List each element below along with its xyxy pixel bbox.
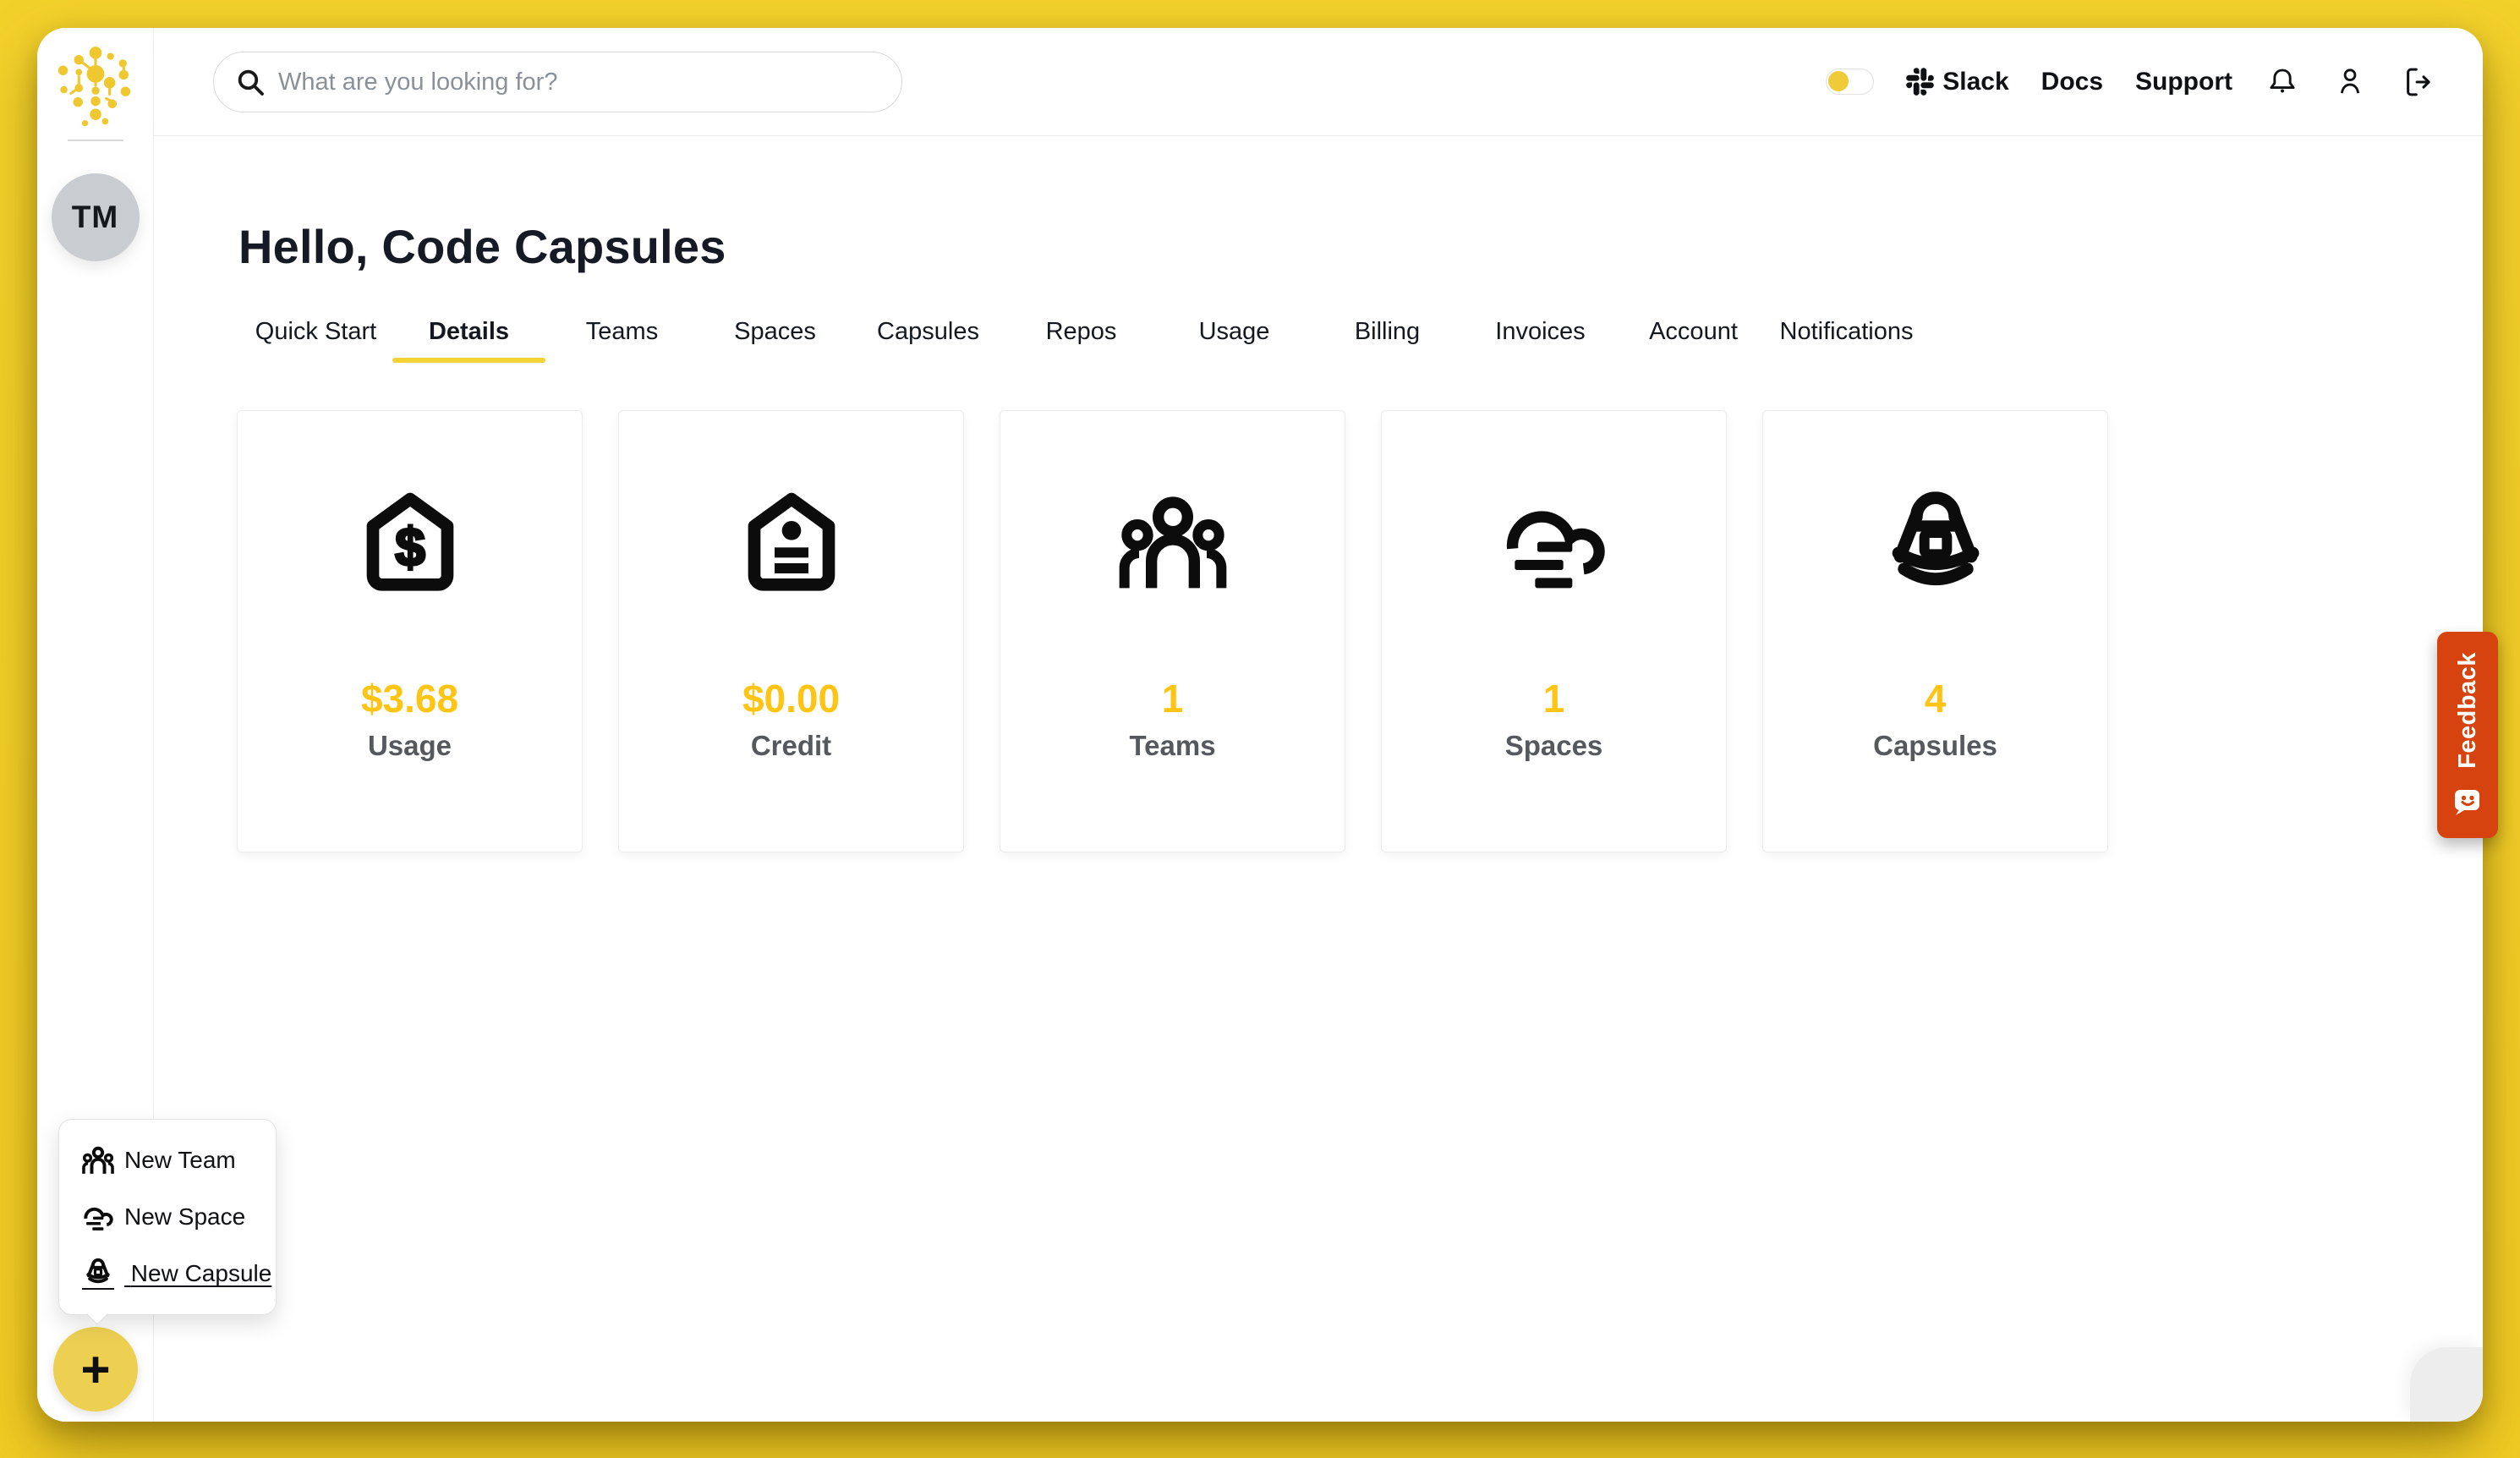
- tab-details[interactable]: Details: [392, 313, 545, 363]
- capsules-card[interactable]: 4 Capsules: [1762, 410, 2108, 852]
- user-icon: [2332, 64, 2368, 100]
- menu-item-new-capsule-label: New Capsule: [124, 1260, 271, 1287]
- capsule-icon: [82, 1258, 114, 1290]
- menu-item-new-team-label: New Team: [124, 1147, 236, 1174]
- credit-label: Credit: [619, 730, 963, 762]
- notifications-button[interactable]: [2265, 64, 2300, 100]
- capsules-icon: [1882, 489, 1990, 597]
- sidebar-divider: [68, 140, 123, 141]
- tab-usage[interactable]: Usage: [1158, 313, 1311, 363]
- tab-teams[interactable]: Teams: [545, 313, 698, 363]
- slack-icon: [1906, 68, 1934, 96]
- feedback-smiley-icon: [2452, 786, 2483, 818]
- logout-button[interactable]: [2400, 64, 2435, 100]
- spaces-card[interactable]: 1 Spaces: [1381, 410, 1727, 852]
- tab-account[interactable]: Account: [1617, 313, 1770, 363]
- menu-item-new-capsule[interactable]: New Capsule: [59, 1258, 276, 1290]
- teams-card[interactable]: 1 Teams: [1000, 410, 1345, 852]
- nav-docs[interactable]: Docs: [2041, 68, 2103, 96]
- usage-card[interactable]: $3.68 Usage: [237, 410, 583, 852]
- nav-slack[interactable]: Slack: [1906, 68, 2008, 96]
- capsules-label: Capsules: [1763, 730, 2107, 762]
- topnav: Slack Docs Support: [1826, 28, 2435, 135]
- menu-item-new-space-label: New Space: [124, 1203, 245, 1231]
- usage-label: Usage: [238, 730, 582, 762]
- toggle-knob: [1828, 71, 1849, 91]
- search-icon: [236, 68, 265, 96]
- tab-capsules[interactable]: Capsules: [852, 313, 1005, 363]
- spaces-value: 1: [1382, 676, 1726, 721]
- tab-invoices[interactable]: Invoices: [1464, 313, 1617, 363]
- topbar: Slack Docs Support: [154, 28, 2483, 136]
- nav-slack-label: Slack: [1942, 68, 2008, 96]
- theme-toggle[interactable]: [1826, 69, 1874, 95]
- nav-support[interactable]: Support: [2135, 68, 2232, 96]
- bell-icon: [2265, 64, 2300, 100]
- tab-repos[interactable]: Repos: [1005, 313, 1158, 363]
- code-capsules-logo[interactable]: [52, 43, 140, 131]
- spaces-icon: [1500, 489, 1608, 597]
- capsules-value: 4: [1763, 676, 2107, 721]
- feedback-tab[interactable]: Feedback: [2437, 632, 2498, 838]
- search-bar[interactable]: [213, 52, 902, 112]
- page-title: Hello, Code Capsules: [238, 219, 2483, 274]
- teams-label: Teams: [1000, 730, 1345, 762]
- team-icon: [82, 1144, 114, 1176]
- nav-docs-label: Docs: [2041, 68, 2103, 96]
- tab-bar: Quick Start Details Teams Spaces Capsule…: [154, 313, 2483, 363]
- avatar[interactable]: TM: [52, 173, 140, 261]
- credit-card[interactable]: $0.00 Credit: [618, 410, 964, 852]
- credit-icon: [737, 489, 846, 597]
- logout-icon: [2400, 64, 2435, 100]
- chat-widget-stub[interactable]: [2410, 1347, 2483, 1422]
- teams-icon: [1119, 489, 1227, 597]
- feedback-label: Feedback: [2454, 652, 2482, 769]
- tab-quick-start[interactable]: Quick Start: [239, 313, 392, 363]
- account-button[interactable]: [2332, 64, 2368, 100]
- stat-cards: $3.68 Usage $0.00 Credit 1 Teams 1 Space…: [154, 410, 2483, 852]
- tab-billing[interactable]: Billing: [1311, 313, 1464, 363]
- nav-support-label: Support: [2135, 68, 2232, 96]
- main-content: Hello, Code Capsules Quick Start Details…: [154, 136, 2483, 1422]
- usage-value: $3.68: [238, 676, 582, 721]
- credit-value: $0.00: [619, 676, 963, 721]
- tab-spaces[interactable]: Spaces: [698, 313, 852, 363]
- usage-icon: [356, 489, 464, 597]
- add-fab-button[interactable]: +: [53, 1327, 138, 1411]
- app-window: TM + Slack Docs Support: [37, 28, 2483, 1422]
- menu-item-new-team[interactable]: New Team: [59, 1144, 276, 1176]
- fab-menu: New Team New Space New Capsule: [58, 1119, 277, 1315]
- menu-item-new-space[interactable]: New Space: [59, 1201, 276, 1233]
- tab-notifications[interactable]: Notifications: [1770, 313, 1923, 363]
- space-icon: [82, 1201, 114, 1233]
- teams-value: 1: [1000, 676, 1345, 721]
- spaces-label: Spaces: [1382, 730, 1726, 762]
- search-input[interactable]: [278, 69, 879, 96]
